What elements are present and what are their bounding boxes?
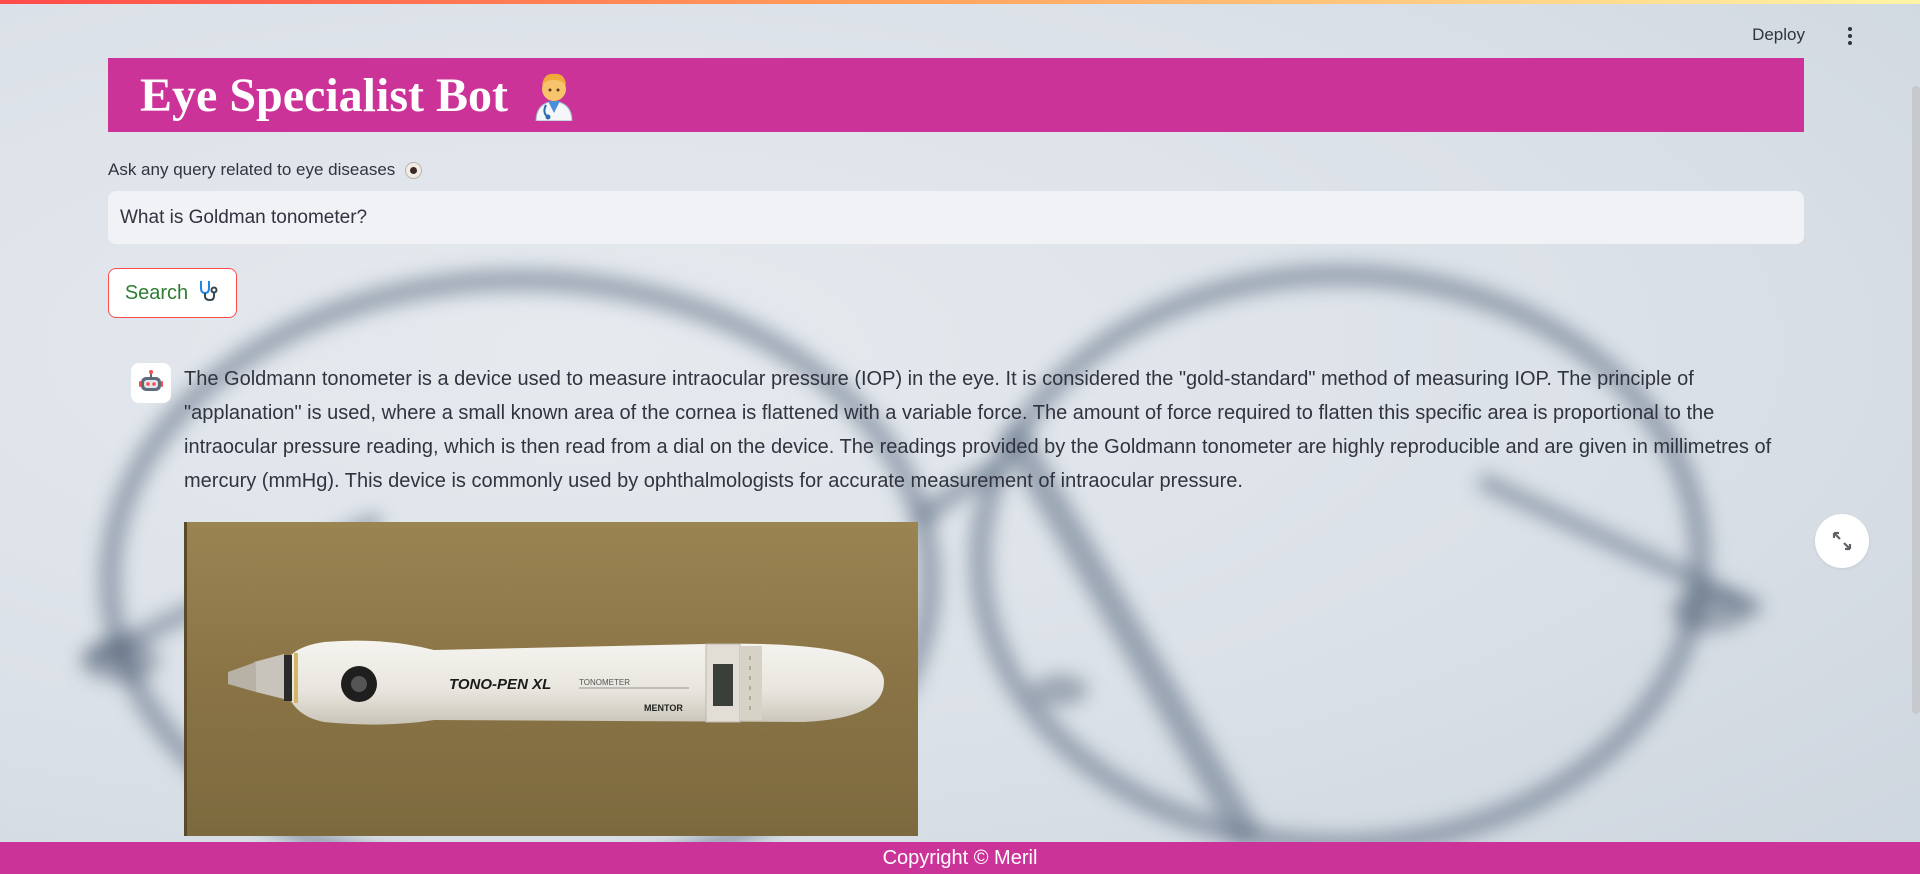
bot-avatar-icon: [131, 363, 171, 403]
footer-copyright-text: Copyright © Meril: [882, 846, 1038, 869]
eye-icon: [405, 161, 423, 179]
top-decoration-bar: [0, 0, 1920, 4]
tonopen-brand-text: TONO-PEN XL: [449, 676, 551, 693]
stethoscope-icon: [196, 278, 220, 308]
mentor-label-text: MENTOR: [644, 703, 683, 713]
doctor-emoji-icon: [532, 69, 576, 122]
tonometer-label-text: TONOMETER: [579, 678, 630, 687]
search-button-label: Search: [124, 281, 189, 304]
scrollbar[interactable]: [1912, 86, 1920, 714]
tonometer-image: TONO-PEN XL TONOMETER MENTOR: [184, 522, 918, 836]
title-banner: Eye Specialist Bot: [108, 58, 1804, 132]
footer: Copyright © Meril: [0, 842, 1920, 874]
search-button[interactable]: Search: [108, 268, 237, 318]
kebab-menu-icon[interactable]: [1840, 24, 1860, 48]
fullscreen-expand-icon[interactable]: [1815, 514, 1869, 568]
query-label-text: Ask any query related to eye diseases: [108, 160, 396, 179]
query-label: Ask any query related to eye diseases: [108, 160, 423, 180]
bot-response-text: The Goldmann tonometer is a device used …: [184, 368, 1772, 492]
deploy-button[interactable]: Deploy: [1752, 25, 1805, 45]
page-title: Eye Specialist Bot: [140, 68, 508, 122]
query-input[interactable]: What is Goldman tonometer?: [108, 191, 1804, 244]
